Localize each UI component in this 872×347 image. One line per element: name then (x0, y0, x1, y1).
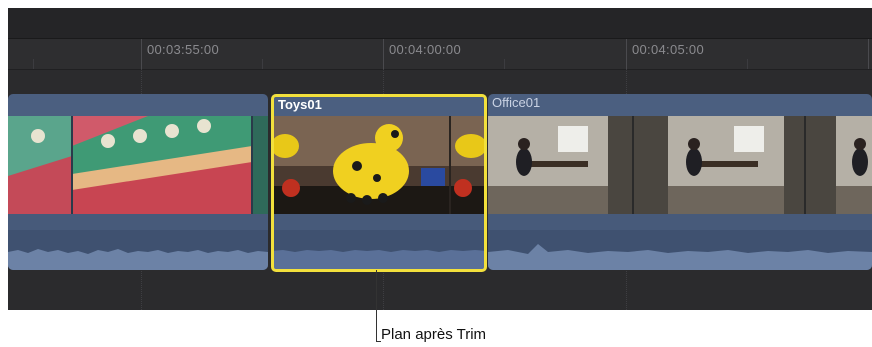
clip-thumbnails (8, 116, 268, 214)
timecode-label: 00:04:05:00 (632, 42, 704, 57)
timecode-label: 00:03:55:00 (147, 42, 219, 57)
callout-label: Plan après Trim (381, 326, 487, 343)
toolbar-strip (8, 8, 872, 39)
selected-clip-border[interactable]: Toys01 (271, 94, 487, 272)
timeline: 00:03:55:00 00:04:00:00 00:04:05:00 Offi… (8, 8, 872, 310)
clip-thumbnails (488, 116, 872, 214)
ruler-minor-tick (504, 59, 505, 69)
clip-title: Toys01 (278, 97, 322, 112)
ruler-tick (868, 39, 869, 69)
timecode-label: 00:04:00:00 (389, 42, 461, 57)
ruler-tick (141, 39, 142, 69)
audio-waveform (8, 230, 268, 270)
ruler-minor-tick (747, 59, 748, 69)
clip-left[interactable] (8, 94, 268, 270)
clip-separator (8, 214, 268, 230)
audio-waveform (488, 230, 872, 270)
time-ruler[interactable]: 00:03:55:00 00:04:00:00 00:04:05:00 (8, 39, 872, 70)
clip-title: Office01 (492, 95, 541, 110)
ruler-minor-tick (33, 59, 34, 69)
clip-office01[interactable]: Office01 (488, 94, 872, 270)
callout-line (376, 270, 377, 342)
ruler-tick (383, 39, 384, 69)
clip-separator (488, 214, 872, 230)
ruler-minor-tick (262, 59, 263, 69)
ruler-tick (626, 39, 627, 69)
